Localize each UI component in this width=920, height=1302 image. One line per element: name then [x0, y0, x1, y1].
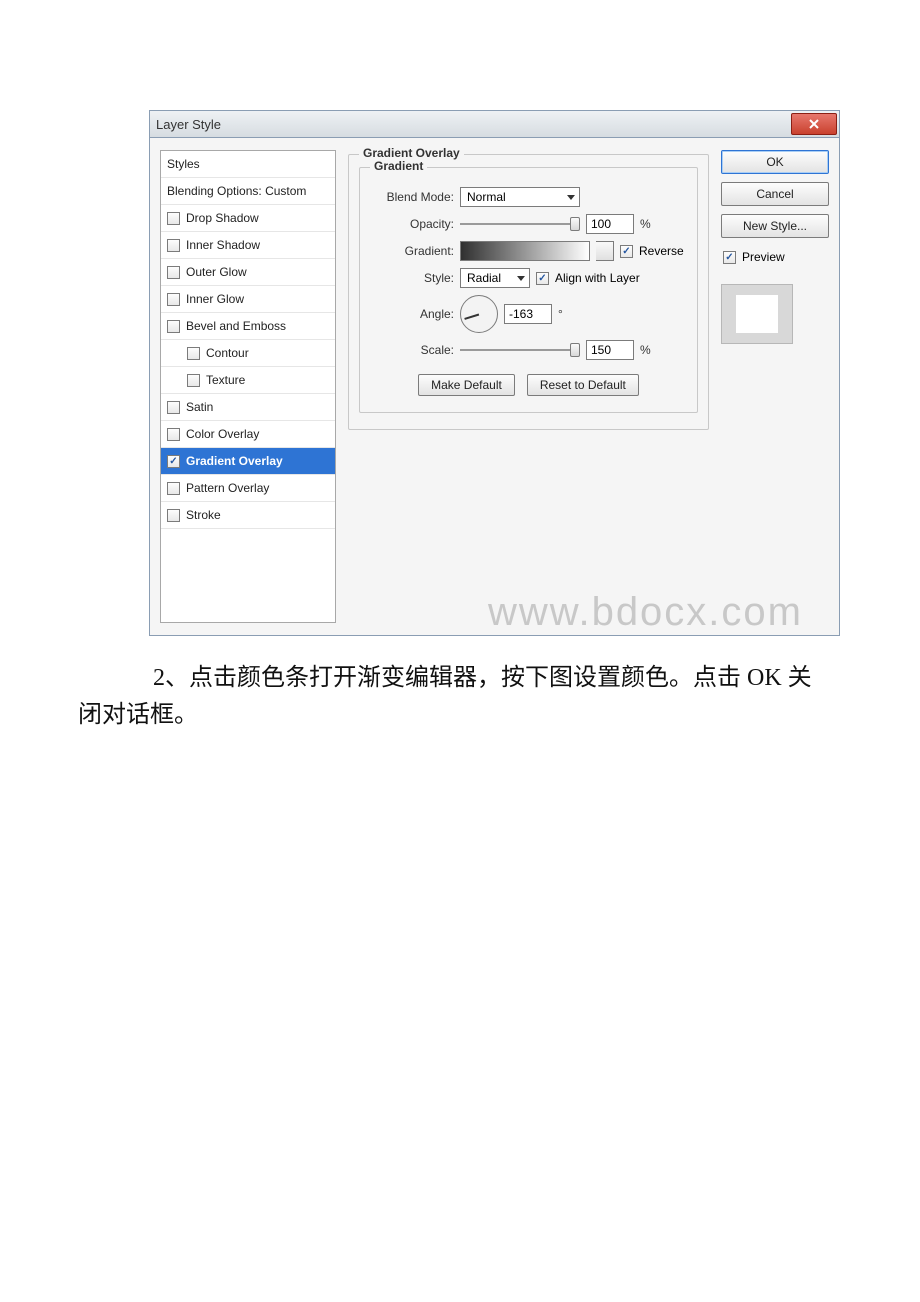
gradient-row: Gradient: Reverse [370, 241, 687, 261]
watermark-text: www.bdocx.com [488, 590, 803, 635]
style-dropdown[interactable]: Radial [460, 268, 530, 288]
style-label: Style: [370, 271, 454, 285]
reset-default-button[interactable]: Reset to Default [527, 374, 639, 396]
gradient-label: Gradient: [370, 244, 454, 258]
slider-thumb-icon[interactable] [570, 343, 580, 357]
new-style-button[interactable]: New Style... [721, 214, 829, 238]
styles-list: Styles Blending Options: Custom Drop Sha… [160, 150, 336, 623]
checkbox-icon[interactable] [167, 455, 180, 468]
scale-slider[interactable] [460, 341, 580, 359]
checkbox-icon[interactable] [167, 239, 180, 252]
opacity-slider[interactable] [460, 215, 580, 233]
titlebar[interactable]: Layer Style [149, 110, 840, 138]
style-inner-glow[interactable]: Inner Glow [161, 286, 335, 313]
angle-unit: ° [558, 307, 563, 321]
default-buttons: Make Default Reset to Default [370, 374, 687, 396]
ok-button[interactable]: OK [721, 150, 829, 174]
checkbox-icon[interactable] [167, 266, 180, 279]
blend-mode-row: Blend Mode: Normal [370, 187, 687, 207]
scale-row: Scale: 150 % [370, 340, 687, 360]
reverse-label: Reverse [639, 244, 684, 258]
preview-checkbox[interactable] [723, 251, 736, 264]
checkbox-icon[interactable] [167, 482, 180, 495]
layer-style-dialog: Layer Style Styles Blending Options: Cus… [149, 110, 840, 636]
styles-header[interactable]: Styles [161, 151, 335, 178]
style-stroke[interactable]: Stroke [161, 502, 335, 529]
reverse-checkbox[interactable] [620, 245, 633, 258]
cancel-button[interactable]: Cancel [721, 182, 829, 206]
preview-swatch [721, 284, 793, 344]
opacity-label: Opacity: [370, 217, 454, 231]
style-outer-glow[interactable]: Outer Glow [161, 259, 335, 286]
angle-dial[interactable] [460, 295, 498, 333]
checkbox-icon[interactable] [167, 293, 180, 306]
checkbox-icon[interactable] [167, 401, 180, 414]
blending-options-row[interactable]: Blending Options: Custom [161, 178, 335, 205]
gradient-picker-dropdown[interactable] [596, 241, 614, 261]
close-icon [808, 118, 820, 130]
checkbox-icon[interactable] [187, 374, 200, 387]
checkbox-icon[interactable] [167, 509, 180, 522]
preview-toggle[interactable]: Preview [721, 246, 829, 268]
style-drop-shadow[interactable]: Drop Shadow [161, 205, 335, 232]
scale-input[interactable]: 150 [586, 340, 634, 360]
style-satin[interactable]: Satin [161, 394, 335, 421]
style-color-overlay[interactable]: Color Overlay [161, 421, 335, 448]
align-label: Align with Layer [555, 271, 640, 285]
style-contour[interactable]: Contour [161, 340, 335, 367]
group-title: Gradient Overlay [359, 146, 464, 160]
opacity-row: Opacity: 100 % [370, 214, 687, 234]
scale-label: Scale: [370, 343, 454, 357]
chevron-down-icon [567, 195, 575, 200]
gradient-group: Gradient Blend Mode: Normal Opacity: [359, 167, 698, 413]
dialog-body: Styles Blending Options: Custom Drop Sha… [149, 138, 840, 636]
opacity-unit: % [640, 217, 651, 231]
checkbox-icon[interactable] [167, 320, 180, 333]
checkbox-icon[interactable] [187, 347, 200, 360]
angle-row: Angle: -163 ° [370, 295, 687, 333]
style-inner-shadow[interactable]: Inner Shadow [161, 232, 335, 259]
right-buttons: OK Cancel New Style... Preview [721, 150, 829, 623]
blend-mode-dropdown[interactable]: Normal [460, 187, 580, 207]
style-bevel-emboss[interactable]: Bevel and Emboss [161, 313, 335, 340]
align-checkbox[interactable] [536, 272, 549, 285]
dialog-title: Layer Style [156, 117, 221, 132]
angle-input[interactable]: -163 [504, 304, 552, 324]
blend-mode-label: Blend Mode: [370, 190, 454, 204]
gradient-swatch[interactable] [460, 241, 590, 261]
preview-label: Preview [742, 250, 785, 264]
caption-text: 2、点击颜色条打开渐变编辑器，按下图设置颜色。点击 OK 关 闭对话框。 [78, 660, 834, 734]
slider-thumb-icon[interactable] [570, 217, 580, 231]
checkbox-icon[interactable] [167, 212, 180, 225]
opacity-input[interactable]: 100 [586, 214, 634, 234]
chevron-down-icon [517, 276, 525, 281]
style-pattern-overlay[interactable]: Pattern Overlay [161, 475, 335, 502]
gradient-overlay-group: Gradient Overlay Gradient Blend Mode: No… [348, 154, 709, 430]
scale-unit: % [640, 343, 651, 357]
checkbox-icon[interactable] [167, 428, 180, 441]
style-texture[interactable]: Texture [161, 367, 335, 394]
make-default-button[interactable]: Make Default [418, 374, 515, 396]
style-row: Style: Radial Align with Layer [370, 268, 687, 288]
angle-label: Angle: [370, 307, 454, 321]
style-gradient-overlay[interactable]: Gradient Overlay [161, 448, 335, 475]
close-button[interactable] [791, 113, 837, 135]
gradient-title: Gradient [370, 159, 427, 173]
settings-panel: Gradient Overlay Gradient Blend Mode: No… [348, 150, 709, 623]
